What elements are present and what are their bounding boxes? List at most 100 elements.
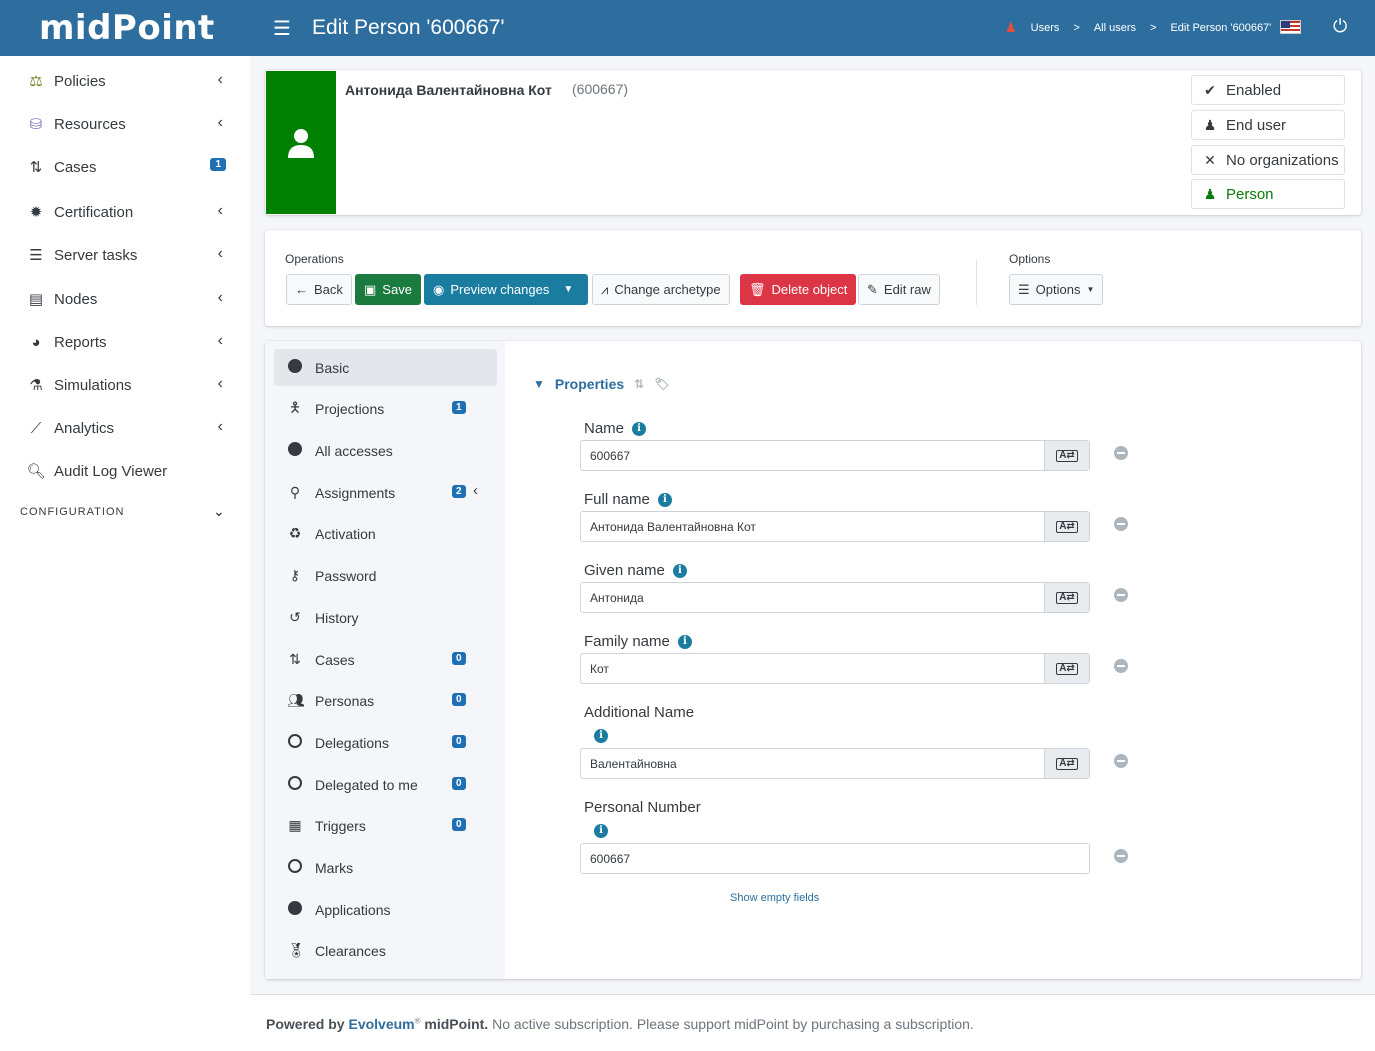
translate-icon: A⇄ xyxy=(1056,591,1078,604)
button-label: Back xyxy=(314,282,343,297)
chevron-left-icon: ‹ xyxy=(217,332,223,349)
options-button[interactable]: ☰ Options ▼ xyxy=(1009,274,1104,305)
info-icon[interactable]: i xyxy=(677,635,692,650)
tab-label: Triggers xyxy=(315,817,366,834)
caret-down-icon[interactable]: ▼ xyxy=(563,284,573,295)
tab-clearances[interactable]: 🏅︎ Clearances xyxy=(274,932,497,969)
user-icon: ♟ xyxy=(1005,20,1017,35)
translate-button[interactable]: A⇄ xyxy=(1044,654,1089,683)
sidebar-item-audit-log-viewer[interactable]: 🔍︎ Audit Log Viewer xyxy=(26,457,231,485)
remove-value-icon[interactable] xyxy=(1114,659,1128,673)
name-field[interactable]: 600667 A⇄ xyxy=(580,440,1090,471)
operations-label: Operations xyxy=(285,252,344,266)
page-title: Edit Person '600667' xyxy=(312,16,505,39)
remove-value-icon[interactable] xyxy=(1114,588,1128,602)
sidebar-item-nodes[interactable]: ▤ Nodes ‹ xyxy=(26,285,231,313)
history-icon: ↺ xyxy=(289,609,301,625)
power-icon[interactable]: ⏻ xyxy=(1333,16,1347,37)
tab-projections[interactable]: 🯅︎ Projections 1 xyxy=(274,390,497,427)
remove-value-icon[interactable] xyxy=(1114,849,1128,863)
remove-value-icon[interactable] xyxy=(1114,517,1128,531)
save-button[interactable]: ▣ Save xyxy=(355,274,421,305)
translate-button[interactable]: A⇄ xyxy=(1044,441,1089,470)
main-panel: Basic 🯅︎ Projections 1 All accesses ⚲ As… xyxy=(265,341,1361,979)
chevron-left-icon: ‹ xyxy=(217,245,223,262)
full-name-field[interactable]: Антонида Валентайновна Кот A⇄ xyxy=(580,511,1090,542)
remove-value-icon[interactable] xyxy=(1114,446,1128,460)
tab-assignments[interactable]: ⚲ Assignments 2 ‹ xyxy=(274,474,497,511)
ring-icon xyxy=(287,734,303,751)
info-icon[interactable]: i xyxy=(672,564,687,579)
button-label: Save xyxy=(382,282,412,297)
tab-basic[interactable]: Basic xyxy=(274,349,497,386)
breadcrumb: ♟ Users > All users > Edit Person '60066… xyxy=(1005,20,1271,36)
tab-label: Basic xyxy=(315,359,350,376)
translate-button[interactable]: A⇄ xyxy=(1044,749,1089,778)
count-badge: 0 xyxy=(452,735,466,748)
footer-product: midPoint. xyxy=(424,1016,489,1032)
tab-applications[interactable]: Applications xyxy=(274,891,497,928)
sidebar-item-server-tasks[interactable]: ☰ Server tasks ‹ xyxy=(26,241,231,269)
breadcrumb-all-users[interactable]: All users xyxy=(1094,22,1136,34)
server-icon: ▤ xyxy=(28,291,44,308)
change-archetype-button[interactable]: ⩘ Change archetype xyxy=(592,274,730,305)
family-name-field[interactable]: Кот A⇄ xyxy=(580,653,1090,684)
tab-triggers[interactable]: ▦ Triggers 0 xyxy=(274,807,497,844)
info-icon[interactable]: i xyxy=(632,422,647,437)
menu-toggle-icon[interactable]: ☰ xyxy=(273,16,291,41)
sidebar-item-reports[interactable]: ◕ Reports ‹ xyxy=(26,328,231,356)
count-badge: 1 xyxy=(210,158,226,171)
tab-cases[interactable]: ⇅ Cases 0 xyxy=(274,641,497,678)
logo[interactable]: midPoint xyxy=(0,0,250,56)
sidebar-item-simulations[interactable]: ⚗ Simulations ‹ xyxy=(26,371,231,399)
us-flag-icon[interactable] xyxy=(1280,20,1301,34)
info-icon[interactable]: i xyxy=(594,729,608,743)
tab-password[interactable]: ⚷ Password xyxy=(274,557,497,594)
sidebar-section-configuration[interactable]: CONFIGURATION xyxy=(20,506,124,516)
tab-history[interactable]: ↺ History xyxy=(274,599,497,636)
line-chart-icon: ⟋ xyxy=(30,419,42,437)
caret-down-icon[interactable]: ▼ xyxy=(533,377,545,391)
chevron-down-icon[interactable]: ⌄ xyxy=(213,503,225,520)
sort-icon[interactable]: ⇅ xyxy=(634,377,644,391)
tab-all-accesses[interactable]: All accesses xyxy=(274,432,497,469)
tag-label: No organizations xyxy=(1226,151,1339,169)
dot-icon xyxy=(287,359,303,376)
evolveum-link[interactable]: Evolveum xyxy=(348,1016,414,1032)
chevron-left-icon: ‹ xyxy=(217,202,223,219)
remove-value-icon[interactable] xyxy=(1114,754,1128,768)
preview-changes-button[interactable]: ◉ Preview changes ▼ xyxy=(424,274,588,305)
translate-button[interactable]: A⇄ xyxy=(1044,583,1089,612)
tab-activation[interactable]: ♻ Activation xyxy=(274,515,497,552)
tab-label: Personas xyxy=(315,692,375,709)
tab-delegated-to-me[interactable]: Delegated to me 0 xyxy=(274,766,497,803)
sidebar-item-policies[interactable]: ⚖ Policies ‹ xyxy=(26,67,231,95)
input-value: 600667 xyxy=(590,851,631,866)
show-empty-fields-link[interactable]: Show empty fields xyxy=(730,892,819,904)
input-value: 600667 xyxy=(590,448,631,463)
sidebar-item-resources[interactable]: ⛁ Resources ‹ xyxy=(26,110,231,138)
dot-icon xyxy=(287,442,303,459)
info-icon[interactable]: i xyxy=(594,824,608,838)
tag-icon[interactable]: 🏷︎ xyxy=(654,377,669,391)
translate-button[interactable]: A⇄ xyxy=(1044,512,1089,541)
sidebar-item-certification[interactable]: ✹ Certification ‹ xyxy=(26,198,231,226)
sidebar-item-cases[interactable]: ⇅ Cases 1 xyxy=(26,153,231,181)
sidebar-item-label: Server tasks xyxy=(54,246,138,264)
tab-delegations[interactable]: Delegations 0 xyxy=(274,724,497,761)
breadcrumb-users[interactable]: Users xyxy=(1031,22,1060,34)
additional-name-field[interactable]: Валентайновна A⇄ xyxy=(580,748,1090,779)
cases-icon: ⇅ xyxy=(29,159,43,176)
tab-marks[interactable]: Marks xyxy=(274,849,497,886)
given-name-field[interactable]: Антонида A⇄ xyxy=(580,582,1090,613)
options-label: Options xyxy=(1009,252,1051,266)
sidebar-item-analytics[interactable]: ⟋ Analytics ‹ xyxy=(26,414,231,442)
delete-object-button[interactable]: 🗑︎ Delete object xyxy=(740,274,857,305)
back-button[interactable]: ← Back xyxy=(286,274,352,305)
tab-personas[interactable]: 👥︎ Personas 0 xyxy=(274,682,497,719)
edit-raw-button[interactable]: ✎ Edit raw xyxy=(858,274,940,305)
personal-number-field[interactable]: 600667 xyxy=(580,843,1090,874)
info-icon[interactable]: i xyxy=(657,493,672,508)
tab-label: Delegations xyxy=(315,734,389,751)
properties-header[interactable]: ▼ Properties ⇅ 🏷︎ xyxy=(533,376,669,392)
